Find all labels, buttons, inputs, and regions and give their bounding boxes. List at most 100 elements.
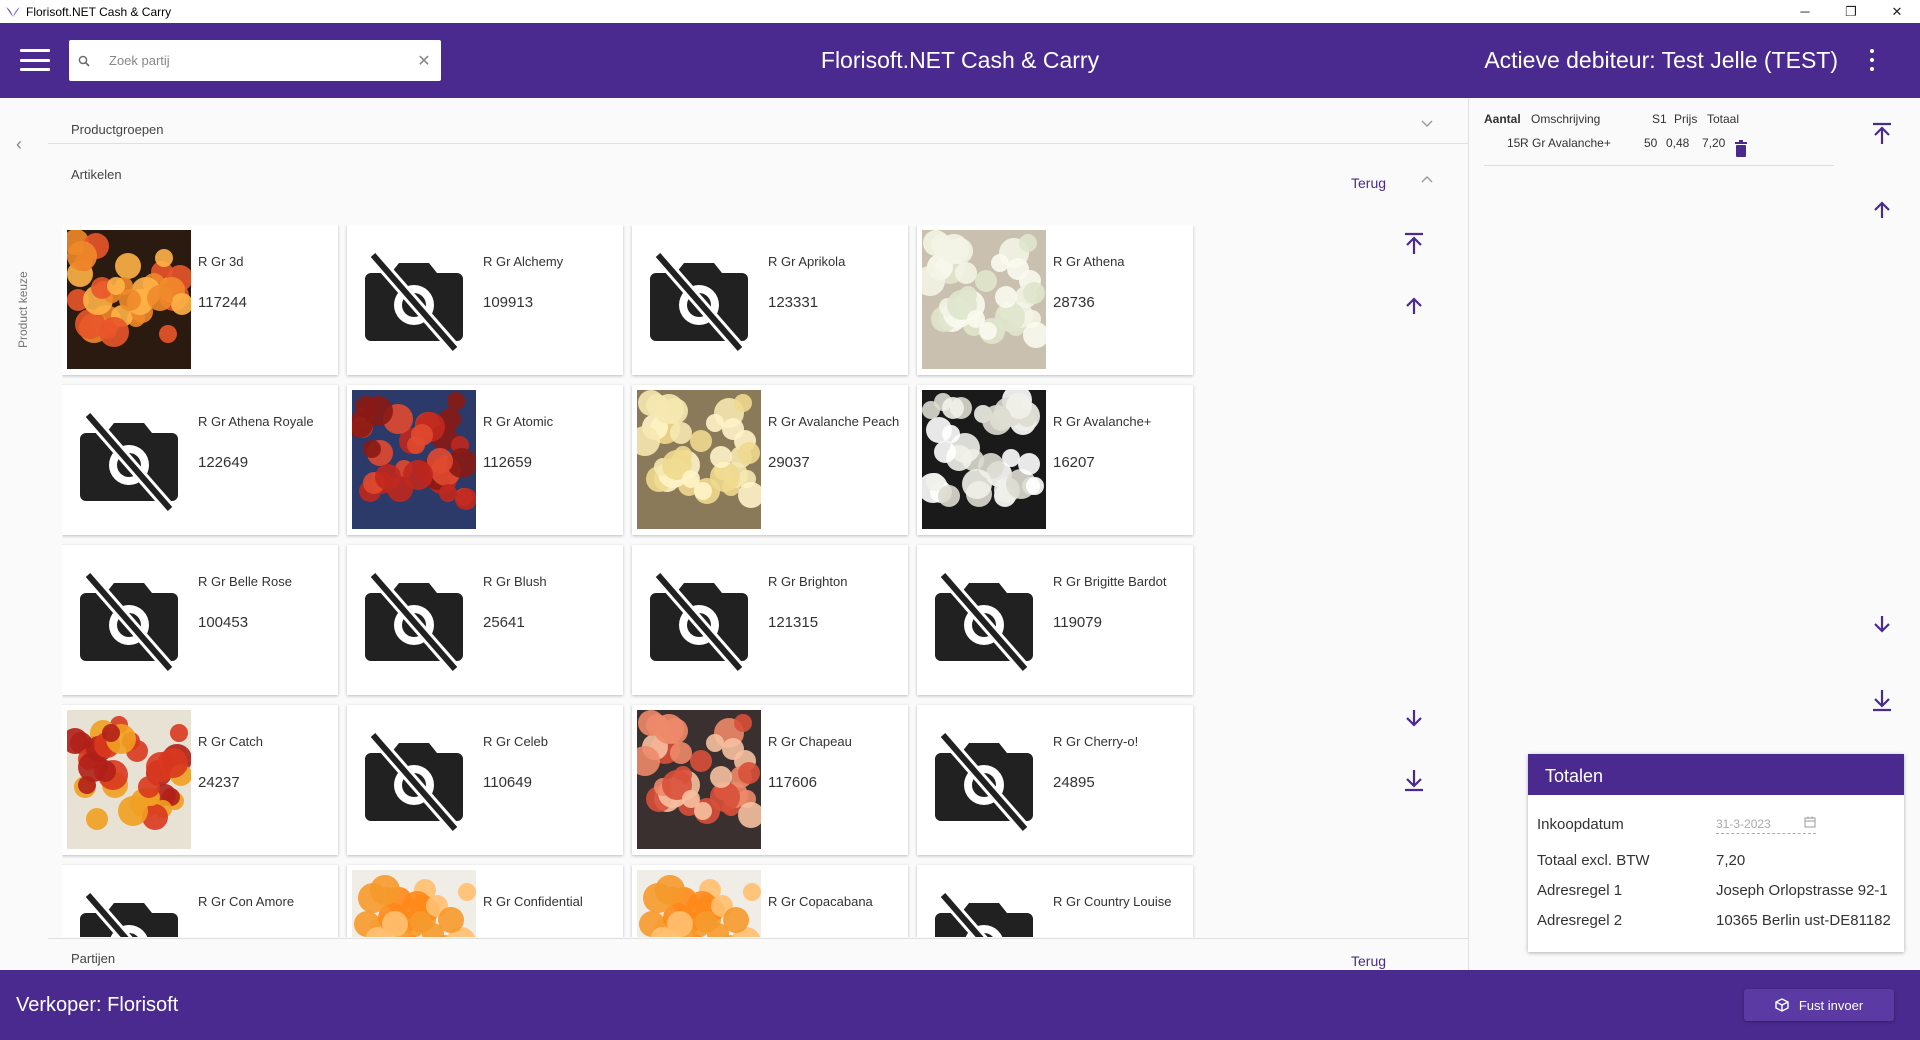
product-card[interactable]: R Gr Con Amore 120993 — [62, 865, 338, 937]
product-name: R Gr 3d — [198, 254, 244, 269]
terug-button[interactable]: Terug — [1351, 175, 1386, 191]
product-image — [637, 390, 761, 529]
side-rail: ‹ Product keuze — [0, 98, 48, 970]
product-name: R Gr Copacabana — [768, 894, 873, 909]
scroll-to-bottom-icon[interactable] — [1394, 760, 1434, 800]
calendar-icon[interactable] — [1804, 816, 1816, 831]
product-name: R Gr Avalanche+ — [1053, 414, 1152, 429]
inkoopdatum-field[interactable]: 31-3-2023 — [1716, 812, 1816, 834]
chevron-left-icon[interactable]: ‹ — [16, 134, 22, 155]
product-card[interactable]: R Gr Athena Royale 122649 — [62, 385, 338, 535]
product-card[interactable]: R Gr Aprikola 123331 — [632, 225, 908, 375]
partijen-terug-button[interactable]: Terug — [1351, 953, 1386, 969]
fust-invoer-button[interactable]: Fust invoer — [1744, 989, 1894, 1021]
app-logo-icon — [6, 6, 20, 17]
product-name: R Gr Country Louise — [1053, 894, 1172, 909]
product-card[interactable]: R Gr Country Louise 120800 — [917, 865, 1193, 937]
more-options-icon[interactable] — [1868, 49, 1876, 71]
close-window-button[interactable]: ✕ — [1874, 0, 1920, 23]
product-image — [67, 710, 191, 849]
no-image-icon — [637, 230, 761, 369]
window-title: Florisoft.NET Cash & Carry — [26, 4, 172, 19]
hamburger-menu-icon[interactable] — [20, 49, 50, 71]
delete-line-icon[interactable] — [1734, 140, 1748, 161]
product-card[interactable]: R Gr Avalanche Peach 29037 — [632, 385, 908, 535]
product-code: 120800 — [1053, 934, 1103, 937]
product-code: 112659 — [483, 454, 532, 471]
col-omschrijving[interactable]: Omschrijving — [1531, 112, 1600, 126]
minimize-button[interactable]: ─ — [1782, 0, 1828, 23]
product-card[interactable]: R Gr Copacabana 118020 — [632, 865, 908, 937]
product-code: 110649 — [483, 774, 532, 791]
product-code: 119079 — [1053, 614, 1102, 631]
product-name: R Gr Catch — [198, 734, 264, 749]
product-card[interactable]: R Gr Brigitte Bardot 119079 — [917, 545, 1193, 695]
product-code: 29037 — [768, 454, 810, 471]
product-card[interactable]: R Gr Cherry-o! 24895 — [917, 705, 1193, 855]
artikelen-label: Artikelen — [71, 167, 122, 182]
product-code: 121315 — [768, 614, 819, 631]
product-card[interactable]: R Gr Alchemy 109913 — [347, 225, 623, 375]
product-image — [352, 390, 476, 529]
scroll-up-icon[interactable] — [1394, 286, 1434, 326]
clear-search-icon[interactable]: ✕ — [407, 51, 441, 71]
col-s1[interactable]: S1 — [1652, 112, 1667, 126]
no-image-icon — [922, 870, 1046, 937]
product-card[interactable]: R Gr Blush 25641 — [347, 545, 623, 695]
productgroepen-label: Productgroepen — [71, 122, 164, 137]
totaal-row: Totaal excl. BTW 7,20 — [1537, 852, 1897, 874]
cart-scroll-to-top-icon[interactable] — [1862, 114, 1902, 154]
restore-button[interactable]: ❐ — [1828, 0, 1874, 23]
product-card[interactable]: R Gr Celeb 110649 — [347, 705, 623, 855]
product-keuze-tab[interactable]: Product keuze — [16, 271, 30, 348]
product-name: R Gr Aprikola — [768, 254, 846, 269]
product-code: 24895 — [1053, 774, 1095, 791]
product-card[interactable]: R Gr Belle Rose 100453 — [62, 545, 338, 695]
adresregel2-label: Adresregel 2 — [1537, 912, 1623, 929]
no-image-icon — [352, 710, 476, 849]
line-totaal: 7,20 — [1702, 136, 1726, 150]
totals-card: Totalen Inkoopdatum 31-3-2023 Totaal exc… — [1528, 754, 1904, 952]
no-image-icon — [352, 550, 476, 689]
product-card[interactable]: R Gr 3d 117244 — [62, 225, 338, 375]
product-name: R Gr Brighton — [768, 574, 848, 589]
order-line-row[interactable]: 15 R Gr Avalanche+ 50 0,48 7,20 — [1484, 136, 1834, 166]
product-card[interactable]: R Gr Avalanche+ 16207 — [917, 385, 1193, 535]
product-card[interactable]: R Gr Catch 24237 — [62, 705, 338, 855]
app-title: Florisoft.NET Cash & Carry — [820, 47, 1100, 73]
main-panel: Productgroepen Artikelen Terug R Gr 3d 11… — [48, 98, 1468, 970]
product-card[interactable]: R Gr Chapeau 117606 — [632, 705, 908, 855]
col-totaal[interactable]: Totaal — [1707, 112, 1739, 126]
product-image — [67, 230, 191, 369]
adresregel1-value: Joseph Orlopstrasse 92-1 — [1716, 882, 1888, 899]
col-aantal[interactable]: Aantal — [1484, 112, 1521, 126]
col-prijs[interactable]: Prijs — [1674, 112, 1697, 126]
product-card[interactable]: R Gr Brighton 121315 — [632, 545, 908, 695]
product-card[interactable]: R Gr Atomic 112659 — [347, 385, 623, 535]
product-name: R Gr Avalanche Peach — [768, 414, 900, 429]
scroll-to-top-icon[interactable] — [1394, 224, 1434, 264]
order-lines-header: Aantal Omschrijving S1 Prijs Totaal — [1484, 112, 1834, 132]
product-name: R Gr Belle Rose — [198, 574, 292, 589]
app-bar: ✕ Florisoft.NET Cash & Carry Actieve deb… — [0, 23, 1920, 98]
line-aantal: 15 — [1507, 136, 1521, 150]
product-code: 122649 — [198, 454, 249, 471]
product-code: 118020 — [768, 934, 817, 937]
scroll-down-icon[interactable] — [1394, 698, 1434, 738]
adresregel2-value: 10365 Berlin ust-DE81182 — [1716, 912, 1891, 929]
product-image — [922, 230, 1046, 369]
search-input[interactable] — [99, 53, 407, 68]
cart-scroll-up-icon[interactable] — [1862, 190, 1902, 230]
product-image — [637, 870, 761, 937]
cart-scroll-down-icon[interactable] — [1862, 604, 1902, 644]
no-image-icon — [922, 550, 1046, 689]
product-card[interactable]: R Gr Athena 28736 — [917, 225, 1193, 375]
cart-scroll-to-bottom-icon[interactable] — [1862, 680, 1902, 720]
partijen-header[interactable]: Partijen Terug — [48, 938, 1468, 970]
productgroepen-header[interactable]: Productgroepen — [48, 98, 1468, 144]
product-code: 117606 — [768, 774, 817, 791]
product-card[interactable]: R Gr Confidential 113180 — [347, 865, 623, 937]
line-prijs: 0,48 — [1666, 136, 1690, 150]
bottom-bar: Verkoper: Florisoft Fust invoer — [0, 970, 1920, 1040]
product-name: R Gr Brigitte Bardot — [1053, 574, 1167, 589]
